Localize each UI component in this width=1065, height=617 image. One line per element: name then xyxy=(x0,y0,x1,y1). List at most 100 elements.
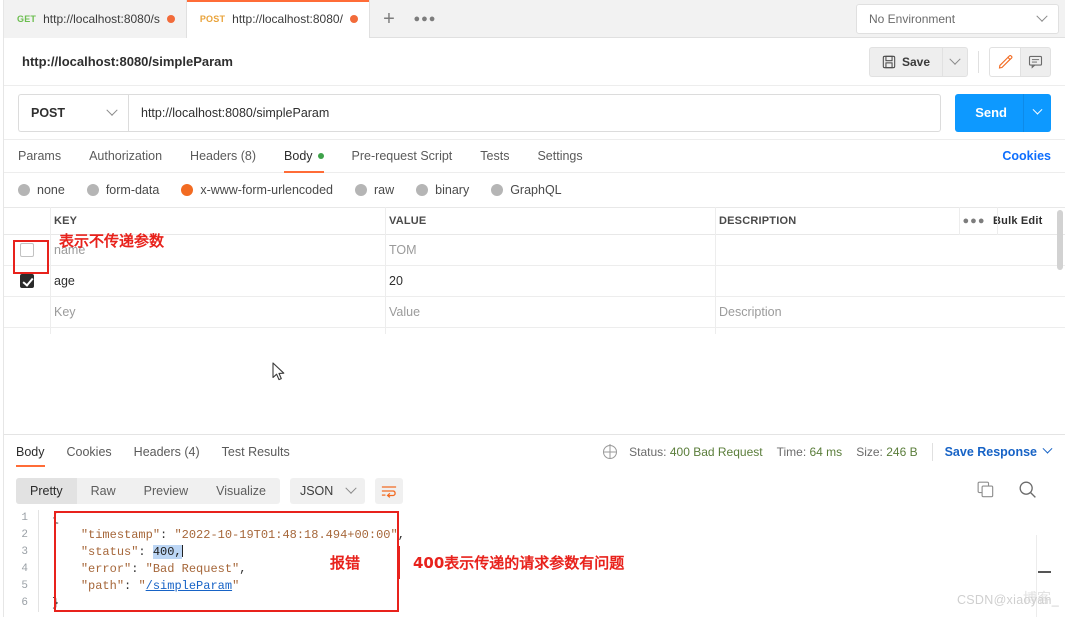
line-number: 2 xyxy=(4,527,38,544)
save-response-label: Save Response xyxy=(945,445,1037,459)
pencil-icon xyxy=(998,54,1013,69)
time-badge: Time: 64 ms xyxy=(777,445,843,459)
view-mode-visualize[interactable]: Visualize xyxy=(202,478,280,504)
send-options-button[interactable] xyxy=(1023,94,1051,132)
tab-label: Headers (8) xyxy=(190,149,256,163)
table-options-icon[interactable]: ●●● xyxy=(955,215,993,227)
tab-label: Tests xyxy=(480,149,509,163)
send-button-label: Send xyxy=(955,105,1023,120)
tab-tests[interactable]: Tests xyxy=(480,140,509,173)
response-tab-headers[interactable]: Headers (4) xyxy=(134,435,200,468)
response-tab-cookies[interactable]: Cookies xyxy=(67,435,112,468)
new-description-input[interactable]: Description xyxy=(715,305,955,319)
tab-overflow-menu-icon[interactable]: ●●● xyxy=(408,0,442,38)
code-token: " xyxy=(232,579,239,593)
row-checkbox-unchecked[interactable] xyxy=(20,243,34,257)
column-divider xyxy=(385,207,386,335)
tab-headers[interactable]: Headers (8) xyxy=(190,140,256,173)
floppy-disk-icon xyxy=(882,55,896,69)
row-key[interactable]: age xyxy=(50,274,385,288)
save-button[interactable]: Save xyxy=(869,47,942,77)
edit-request-button[interactable] xyxy=(989,47,1020,77)
code-token: , xyxy=(239,562,246,576)
row-checkbox-cell[interactable] xyxy=(4,243,50,257)
row-value[interactable]: TOM xyxy=(385,243,715,257)
status-value: 400 Bad Request xyxy=(670,445,763,459)
save-response-button[interactable]: Save Response xyxy=(945,445,1051,459)
response-format-select[interactable]: JSON xyxy=(290,478,365,504)
comments-button[interactable] xyxy=(1020,47,1051,77)
body-type-raw[interactable]: raw xyxy=(355,183,394,197)
column-divider xyxy=(959,207,960,235)
request-body-empty-area xyxy=(4,334,1065,435)
word-wrap-button[interactable] xyxy=(375,478,403,504)
body-type-graphql[interactable]: GraphQL xyxy=(491,183,561,197)
send-button[interactable]: Send xyxy=(955,94,1051,132)
row-value[interactable]: 20 xyxy=(385,274,715,288)
code-token xyxy=(52,562,81,576)
request-tab-get[interactable]: GET http://localhost:8080/s xyxy=(4,0,187,38)
url-input[interactable]: http://localhost:8080/simpleParam xyxy=(128,94,941,132)
tab-label: Authorization xyxy=(89,149,162,163)
code-text: "timestamp": "2022-10-19T01:48:18.494+00… xyxy=(48,527,405,544)
view-mode-pretty[interactable]: Pretty xyxy=(16,478,77,504)
view-mode-raw[interactable]: Raw xyxy=(77,478,130,504)
tab-body[interactable]: Body xyxy=(284,140,324,173)
code-text: "path": "/simpleParam" xyxy=(48,578,239,595)
environment-selector[interactable]: No Environment xyxy=(856,4,1059,34)
tab-label: Settings xyxy=(537,149,582,163)
tab-label: Test Results xyxy=(222,445,290,459)
response-scrollbar-thumb[interactable] xyxy=(1038,571,1051,573)
bulk-edit-button[interactable]: Bulk Edit xyxy=(993,215,1065,227)
code-token: "Bad Request" xyxy=(146,562,240,576)
header-value: VALUE xyxy=(385,215,715,227)
new-tab-button[interactable]: + xyxy=(370,0,408,38)
tab-authorization[interactable]: Authorization xyxy=(89,140,162,173)
annotation-status-meaning: 400表示传递的请求参数有问题 xyxy=(413,552,624,573)
radio-icon xyxy=(491,184,503,196)
tab-pre-request-script[interactable]: Pre-request Script xyxy=(352,140,453,173)
code-gutter xyxy=(38,527,48,544)
body-type-urlencoded[interactable]: x-www-form-urlencoded xyxy=(181,183,333,197)
body-type-none[interactable]: none xyxy=(18,183,65,197)
response-toolbar: Pretty Raw Preview Visualize JSON xyxy=(4,472,1065,510)
body-type-form-data[interactable]: form-data xyxy=(87,183,160,197)
new-value-input[interactable]: Value xyxy=(385,305,715,319)
body-type-binary[interactable]: binary xyxy=(416,183,469,197)
mouse-cursor-icon xyxy=(272,362,286,382)
response-tab-test-results[interactable]: Test Results xyxy=(222,435,290,468)
save-options-button[interactable] xyxy=(942,47,968,77)
response-tab-body[interactable]: Body xyxy=(16,435,45,468)
line-number: 6 xyxy=(4,595,38,612)
row-checkbox-cell[interactable] xyxy=(4,274,50,288)
new-key-input[interactable]: Key xyxy=(50,305,385,319)
url-input-value: http://localhost:8080/simpleParam xyxy=(141,106,329,120)
cookies-link[interactable]: Cookies xyxy=(1002,149,1051,163)
tab-settings[interactable]: Settings xyxy=(537,140,582,173)
response-view-mode-group: Pretty Raw Preview Visualize xyxy=(16,478,280,504)
size-label: Size: xyxy=(856,445,883,459)
body-type-options: none form-data x-www-form-urlencoded raw… xyxy=(4,173,1065,207)
code-gutter xyxy=(38,578,48,595)
line-number: 1 xyxy=(4,510,38,527)
search-icon xyxy=(1018,480,1037,499)
time-value: 64 ms xyxy=(810,445,843,459)
table-row[interactable]: age 20 xyxy=(4,266,1065,297)
row-checkbox-checked[interactable] xyxy=(20,274,34,288)
tab-params[interactable]: Params xyxy=(18,140,61,173)
body-type-label: x-www-form-urlencoded xyxy=(200,183,333,197)
request-tab-post[interactable]: POST http://localhost:8080/ xyxy=(187,0,370,38)
request-section-tabs: Params Authorization Headers (8) Body Pr… xyxy=(4,140,1065,173)
search-response-button[interactable] xyxy=(1018,480,1037,502)
http-method-select[interactable]: POST xyxy=(18,94,128,132)
status-badge: Status: 400 Bad Request xyxy=(629,445,762,459)
code-token: { xyxy=(52,511,59,525)
body-present-dot-icon xyxy=(318,153,324,159)
request-scrollbar[interactable] xyxy=(1057,210,1063,270)
code-text: { xyxy=(48,510,59,527)
tab-url-label: http://localhost:8080/ xyxy=(232,12,343,26)
copy-response-button[interactable] xyxy=(977,481,994,501)
code-token xyxy=(52,545,81,559)
view-mode-preview[interactable]: Preview xyxy=(130,478,202,504)
table-row-placeholder[interactable]: Key Value Description xyxy=(4,297,1065,328)
